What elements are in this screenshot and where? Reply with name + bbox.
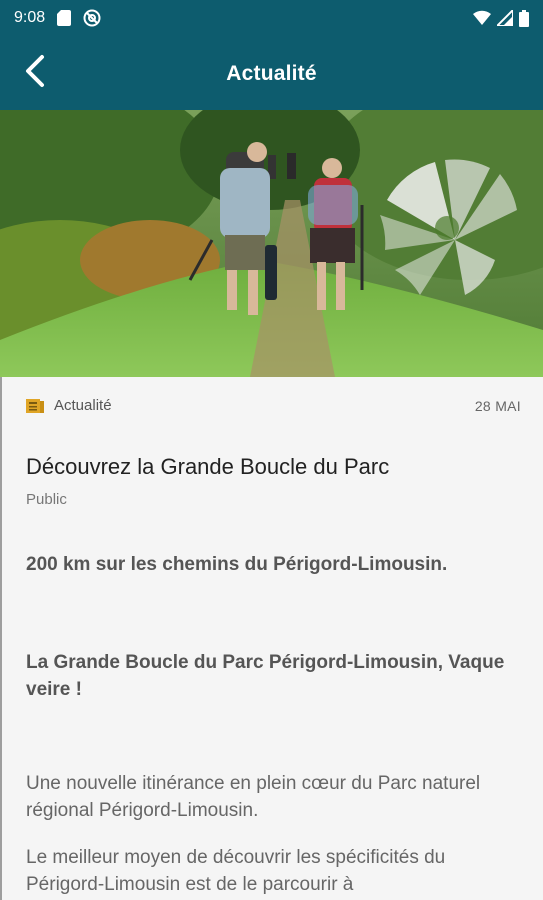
hikers-photo: [0, 110, 543, 377]
category-label: Actualité: [54, 397, 112, 414]
article-content: Actualité 28 MAI Découvrez la Grande Bou…: [0, 377, 543, 900]
audience-label: Public: [26, 491, 67, 508]
newspaper-icon: [26, 398, 44, 414]
wifi-icon: [473, 10, 491, 26]
status-time: 9:08: [14, 9, 46, 26]
article-meta: Actualité 28 MAI: [26, 397, 521, 414]
sd-card-icon: [57, 10, 72, 26]
article-date: 28 MAI: [474, 397, 521, 414]
article-subhead: La Grande Boucle du Parc Périgord-Limous…: [26, 652, 505, 700]
no-data-icon: [83, 9, 101, 27]
status-bar: 9:08: [0, 0, 543, 36]
article-title: Découvrez la Grande Boucle du Parc: [26, 454, 390, 479]
battery-icon: [519, 9, 529, 27]
page-title: Actualité: [226, 62, 317, 85]
hero-image: [0, 110, 543, 377]
app-bar: Actualité: [0, 36, 543, 110]
article-paragraph-1: Une nouvelle itinérance en plein cœur du…: [26, 773, 481, 821]
article-lead: 200 km sur les chemins du Périgord-Limou…: [26, 554, 448, 575]
article-paragraph-2: Le meilleur moyen de découvrir les spéci…: [26, 847, 446, 895]
signal-icon: [497, 10, 513, 26]
